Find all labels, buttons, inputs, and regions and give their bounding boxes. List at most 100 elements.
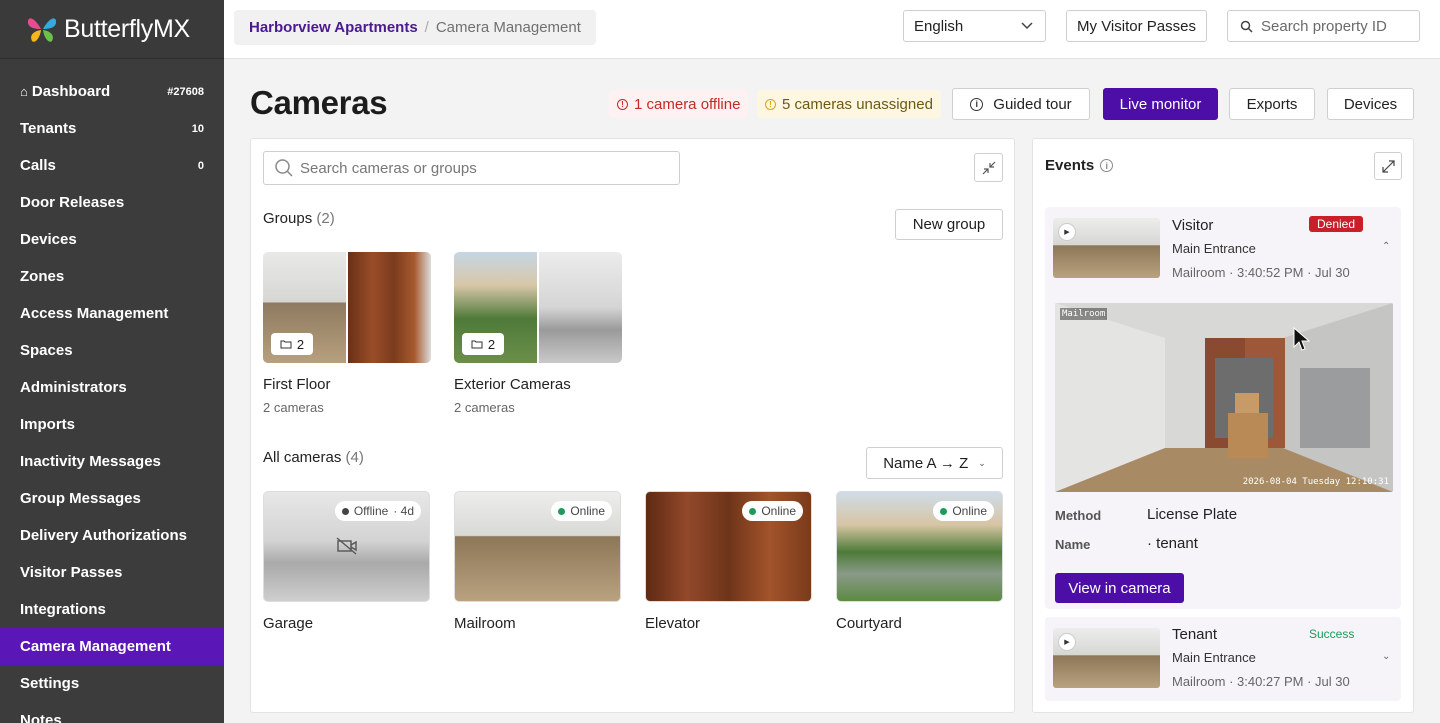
camera-search-input[interactable]: Search cameras or groups	[263, 151, 680, 185]
breadcrumb-property-link[interactable]: Harborview Apartments	[249, 19, 418, 36]
camera-search-placeholder: Search cameras or groups	[300, 159, 477, 177]
camera-name: Courtyard	[836, 615, 902, 632]
property-search-input[interactable]: Search property ID	[1227, 10, 1420, 42]
sidebar-item-spaces[interactable]: Spaces	[0, 332, 224, 369]
sidebar-nav: ⌂ Dashboard #27608 Tenants 10 Calls 0 Door Rele…	[0, 59, 224, 723]
sort-dropdown[interactable]: Name A → Z ⌄	[866, 447, 1003, 479]
group-name: Exterior Cameras	[454, 376, 571, 393]
sidebar-item-calls[interactable]: Calls 0	[0, 147, 224, 184]
play-icon[interactable]: ▶	[1058, 223, 1076, 241]
sidebar-item-label-wrap: Settings	[20, 675, 79, 692]
cameras-panel: Search cameras or groups Groups (2) New …	[250, 138, 1015, 713]
status-dot	[341, 507, 349, 515]
sidebar: ButterflyMX ⌂ Dashboard #27608 Tenants 10 Cal…	[0, 0, 224, 723]
sidebar-item-zones[interactable]: Zones	[0, 258, 224, 295]
name-value: · tenant	[1147, 535, 1198, 552]
sidebar-item-label: Administrators	[20, 379, 127, 396]
status-badge-success: Success	[1309, 627, 1355, 641]
groups-count: (2)	[316, 210, 335, 227]
sidebar-item-dashboard[interactable]: ⌂ Dashboard #27608	[0, 73, 224, 110]
alert-icon: !	[617, 98, 628, 110]
sidebar-item-administrators[interactable]: Administrators	[0, 369, 224, 406]
collapse-arrows-icon	[982, 161, 995, 174]
sidebar-item-label-wrap: Camera Management	[20, 638, 171, 655]
sidebar-item-label-wrap: Group Messages	[20, 490, 141, 507]
language-select[interactable]: English	[903, 10, 1046, 42]
camera-name: Mailroom	[454, 615, 516, 632]
sidebar-item-label-wrap: Inactivity Messages	[20, 453, 161, 470]
collapse-button[interactable]	[974, 153, 1003, 182]
sidebar-item-integrations[interactable]: Integrations	[0, 591, 224, 628]
sidebar-item-label: Zones	[20, 268, 65, 285]
group-name: First Floor	[263, 376, 331, 393]
group-camera-count-chip: 2	[462, 333, 504, 355]
sidebar-item-label: Dashboard	[31, 83, 111, 100]
sidebar-item-notes[interactable]: Notes	[0, 702, 224, 723]
event-type: Visitor	[1172, 217, 1214, 234]
video-osd-timestamp: 2026-08-04 Tuesday 12:10:31	[1242, 477, 1389, 487]
info-icon[interactable]: i	[1100, 159, 1114, 172]
group-camera-count: 2	[487, 336, 496, 352]
sidebar-item-inactivity-messages[interactable]: Inactivity Messages	[0, 443, 224, 480]
sidebar-item-visitor-passes[interactable]: Visitor Passes	[0, 554, 224, 591]
event-meta: Mailroom · 3:40:27 PM · Jul 30	[1172, 674, 1350, 689]
event-card-tenant[interactable]: ▶ Tenant Success ⌄ Main Entrance Mailroo…	[1045, 617, 1401, 701]
expand-button[interactable]	[1374, 152, 1402, 180]
camera-thumbnail: Online	[454, 491, 621, 602]
status-text: Online	[570, 504, 605, 518]
method-label: Method	[1055, 508, 1102, 523]
video-osd-camera: Mailroom	[1060, 308, 1108, 320]
chevron-down-icon[interactable]: ⌄	[1382, 651, 1390, 662]
camera-card-mailroom[interactable]: Online Mailroom	[454, 491, 621, 632]
my-visitor-passes-button[interactable]: My Visitor Passes	[1066, 10, 1207, 42]
camera-card-elevator[interactable]: Online Elevator	[645, 491, 812, 632]
sort-value: Name A → Z	[883, 454, 969, 472]
offline-alert-badge[interactable]: ! 1 camera offline	[609, 90, 749, 118]
new-group-button[interactable]: New group	[895, 209, 1003, 240]
live-monitor-button[interactable]: Live monitor	[1103, 88, 1218, 120]
camera-name: Elevator	[645, 615, 701, 632]
sidebar-item-tenants[interactable]: Tenants 10	[0, 110, 224, 147]
sidebar-item-label-wrap: Zones	[20, 268, 64, 285]
all-cameras-count: (4)	[345, 449, 364, 466]
group-card-exterior-cameras[interactable]: 2 Exterior Cameras 2 cameras	[454, 252, 622, 415]
chevron-up-icon[interactable]: ⌃	[1382, 241, 1390, 252]
info-icon: i	[970, 97, 984, 111]
sidebar-item-door-releases[interactable]: Door Releases	[0, 184, 224, 221]
sidebar-item-label-wrap: Access Management	[20, 305, 168, 322]
sidebar-item-group-messages[interactable]: Group Messages	[0, 480, 224, 517]
group-card-first-floor[interactable]: 2 First Floor 2 cameras	[263, 252, 431, 415]
event-thumbnail[interactable]: ▶	[1053, 628, 1160, 688]
expand-icon	[1381, 159, 1395, 173]
devices-button[interactable]: Devices	[1327, 88, 1414, 120]
brand-logo[interactable]: ButterflyMX	[0, 0, 224, 59]
sidebar-item-delivery-authorizations[interactable]: Delivery Authorizations	[0, 517, 224, 554]
event-thumbnail[interactable]: ▶	[1053, 218, 1160, 278]
sidebar-item-imports[interactable]: Imports	[0, 406, 224, 443]
sidebar-item-label-wrap: Calls	[20, 157, 56, 174]
camera-card-courtyard[interactable]: Online Courtyard	[836, 491, 1003, 632]
sidebar-item-label: Spaces	[20, 342, 73, 359]
search-icon	[275, 159, 293, 177]
view-in-camera-button[interactable]: View in camera	[1055, 573, 1184, 603]
elevator-thumbnail	[348, 252, 431, 363]
event-video-player[interactable]: Mailroom 2026-08-04 Tuesday 12:10:31	[1055, 303, 1393, 492]
guided-tour-button[interactable]: i Guided tour	[952, 88, 1090, 120]
sidebar-item-settings[interactable]: Settings	[0, 665, 224, 702]
camera-card-garage[interactable]: Offline · 4d Garage	[263, 491, 430, 632]
sidebar-item-access-management[interactable]: Access Management	[0, 295, 224, 332]
status-text: Online	[761, 504, 796, 518]
exports-button[interactable]: Exports	[1229, 88, 1315, 120]
events-title: Events	[1045, 157, 1095, 174]
sidebar-item-badge: #27608	[167, 85, 204, 98]
sidebar-item-devices[interactable]: Devices	[0, 221, 224, 258]
sidebar-item-camera-management[interactable]: Camera Management	[0, 628, 224, 665]
folder-icon	[471, 340, 483, 349]
sidebar-item-label: Notes	[20, 712, 62, 723]
group-thumbnails: 2	[263, 252, 431, 363]
event-card-visitor[interactable]: ▶ Visitor Denied ⌃ Main Entrance Mailroo…	[1045, 207, 1401, 609]
play-icon[interactable]: ▶	[1058, 633, 1076, 651]
sidebar-item-label: Imports	[20, 416, 76, 433]
unassigned-alert-badge[interactable]: ! 5 cameras unassigned	[757, 90, 941, 118]
events-panel: Events i ▶ Visitor Denied ⌃ Main Entranc…	[1032, 138, 1414, 713]
